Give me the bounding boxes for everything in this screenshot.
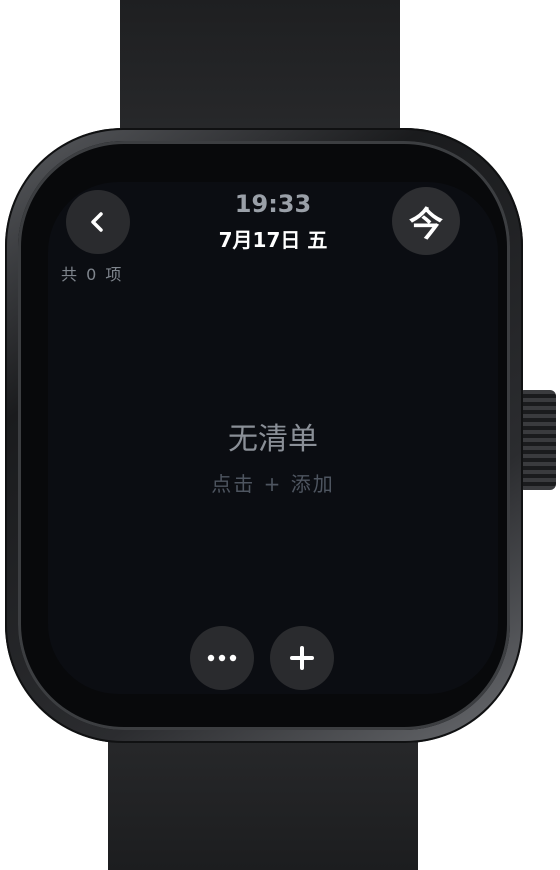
- watch-crown[interactable]: [518, 390, 556, 490]
- more-horizontal-icon: [207, 654, 237, 662]
- more-button[interactable]: [190, 626, 254, 690]
- empty-state-hint: 点击 + 添加: [211, 472, 335, 496]
- empty-state-title: 无清单: [228, 422, 318, 457]
- item-count: 共 0 项: [61, 265, 124, 284]
- watch-screen: 19:33 7月17日 五 今 共 0 项 无清单 点击 + 添加: [48, 182, 498, 694]
- add-button[interactable]: [270, 626, 334, 690]
- today-button[interactable]: 今: [392, 187, 460, 255]
- plus-icon: [290, 646, 314, 670]
- today-label: 今: [409, 204, 443, 245]
